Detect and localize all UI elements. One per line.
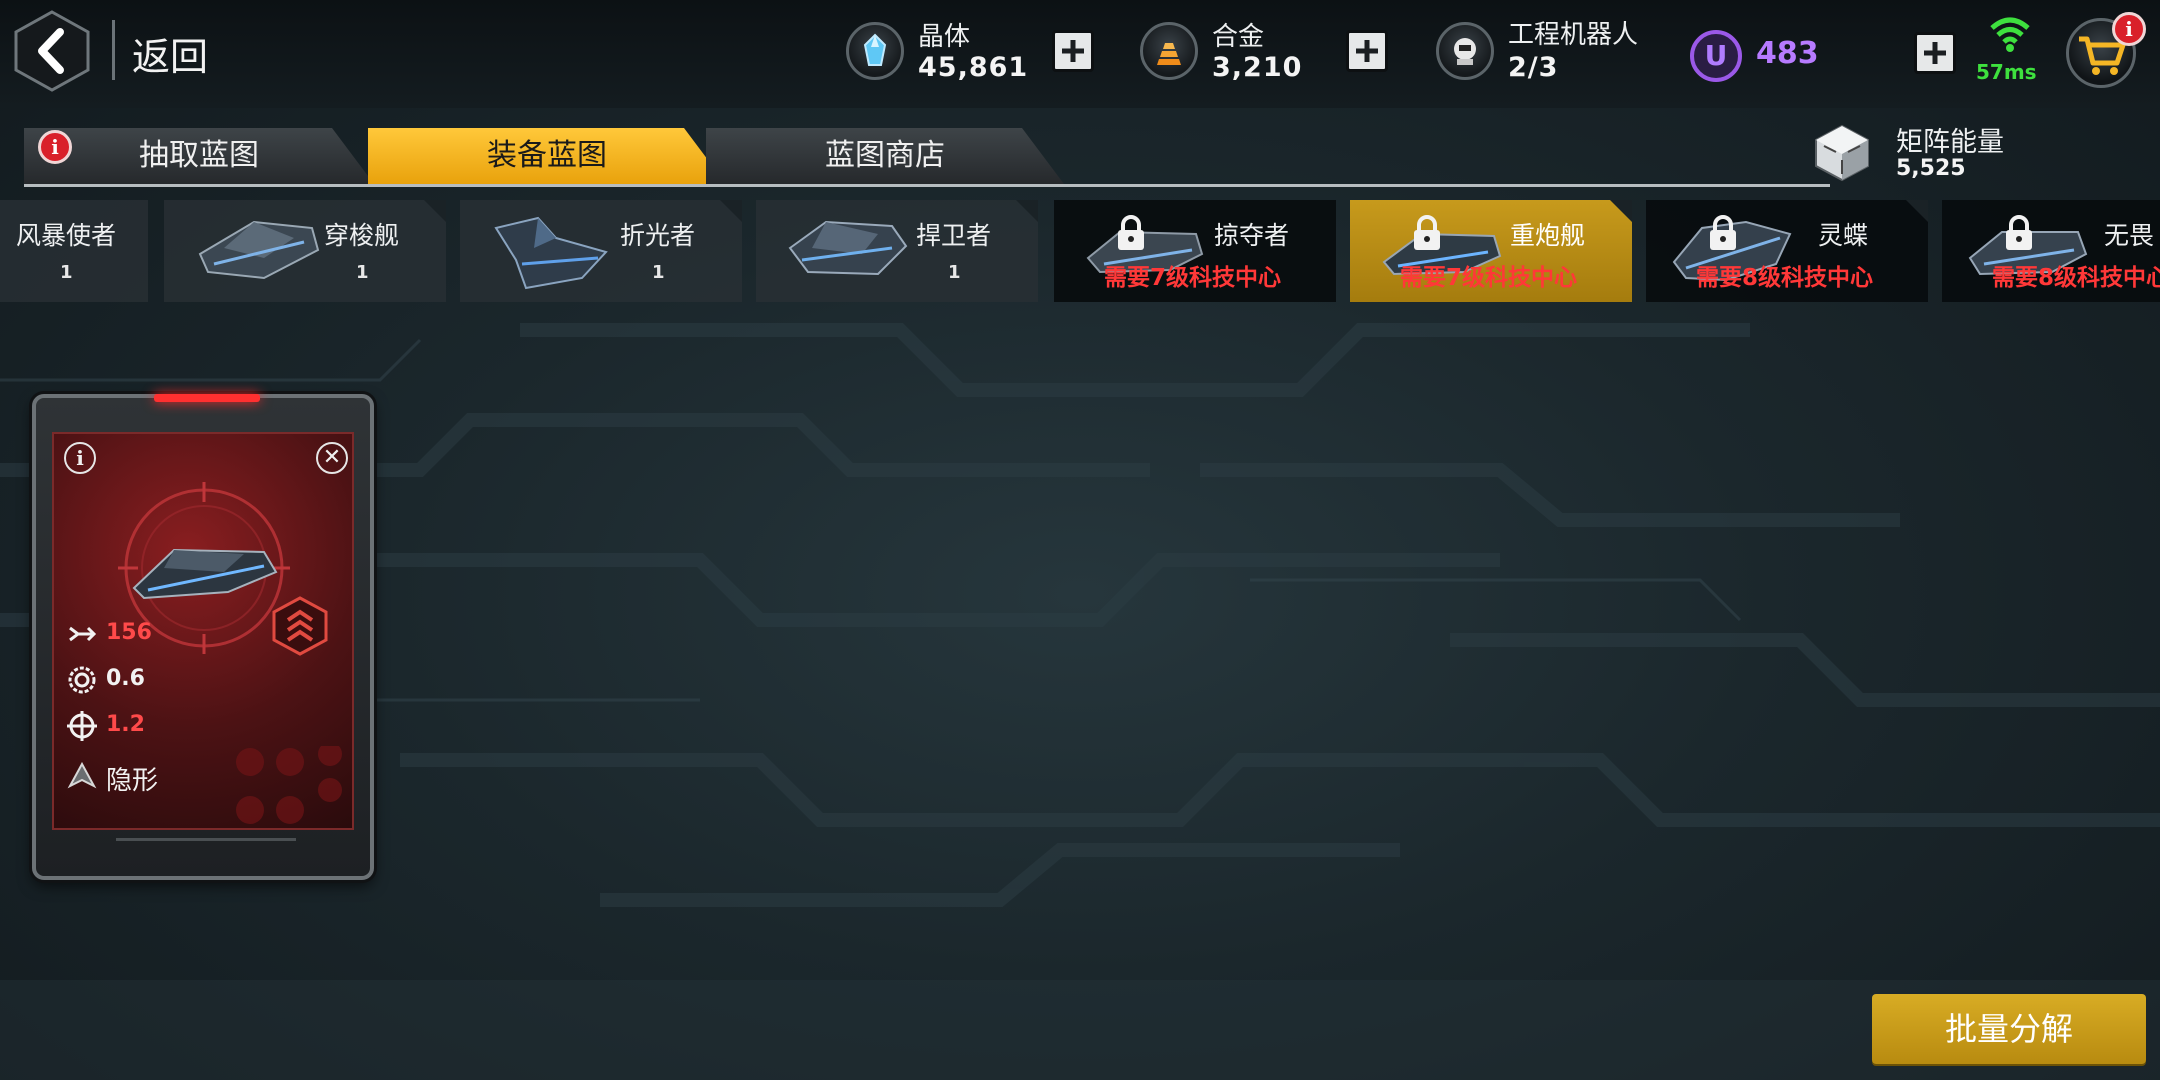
lock-icon xyxy=(1118,215,1144,250)
back-button[interactable] xyxy=(14,10,90,92)
card-inner-panel: i ✕ 156 0.6 1.2 隐形 xyxy=(52,432,354,830)
crosshair-icon xyxy=(67,711,97,741)
ping-value: 57ms xyxy=(1976,60,2037,84)
lock-icon xyxy=(1414,215,1440,250)
ship-corner-notch xyxy=(1906,200,1928,222)
matrix-energy-label: 矩阵能量 xyxy=(1896,127,2004,158)
ship-item-heavy-gunship[interactable]: 重炮舰 需要7级科技中心 xyxy=(1350,200,1632,302)
ship-lock-requirement: 需要7级科技中心 xyxy=(1104,265,1282,291)
ship-item-raider[interactable]: 掠夺者 需要7级科技中心 xyxy=(1054,200,1336,302)
ship-item-refractor[interactable]: 折光者 1 xyxy=(460,200,742,302)
stealth-icon xyxy=(67,761,97,789)
ship-icon xyxy=(132,548,278,600)
add-crystal-button[interactable] xyxy=(1052,30,1094,72)
top-bar: 返回 晶体 45,861 合金 3,210 工程机器人 2/3 U 483 57… xyxy=(0,0,2160,108)
stat-speed-value: 156 xyxy=(106,620,152,645)
ship-item-storm-envoy[interactable]: 风暴使者 1 xyxy=(0,200,148,302)
close-icon[interactable]: ✕ xyxy=(316,442,348,474)
ship-corner-notch xyxy=(720,200,742,222)
ship-count: 1 xyxy=(356,262,369,283)
tab-alert-badge: i xyxy=(38,130,72,164)
stat-stealth-label: 隐形 xyxy=(106,766,159,796)
info-icon[interactable]: i xyxy=(64,442,96,474)
ship-name: 折光者 xyxy=(620,221,696,250)
rank-chevron-icon xyxy=(272,596,328,656)
crystal-label: 晶体 xyxy=(918,22,971,52)
ship-corner-notch xyxy=(1610,200,1632,222)
robot-label: 工程机器人 xyxy=(1508,20,1639,50)
ship-name: 掠夺者 xyxy=(1214,221,1290,250)
tab-label: 抽取蓝图 xyxy=(139,138,259,173)
lock-icon xyxy=(2006,215,2032,250)
ship-lock-requirement: 需要8级科技中心 xyxy=(1992,265,2160,291)
ship-name: 捍卫者 xyxy=(916,221,992,250)
card-status-light xyxy=(154,394,260,402)
ship-item-dauntless[interactable]: 无畏 需要8级科技中心 xyxy=(1942,200,2160,302)
matrix-energy-value: 5,525 xyxy=(1896,156,1966,181)
ship-lock-requirement: 需要8级科技中心 xyxy=(1696,265,1874,291)
ship-icon xyxy=(788,220,908,276)
ship-icon xyxy=(198,220,320,280)
topbar-divider xyxy=(112,20,115,80)
tab-draw-blueprint[interactable]: 抽取蓝图 xyxy=(24,128,374,184)
gear-icon xyxy=(68,666,96,694)
tab-blueprint-shop[interactable]: 蓝图商店 xyxy=(706,128,1064,184)
ship-count: 1 xyxy=(652,262,665,283)
lock-icon xyxy=(1710,215,1736,250)
ship-corner-notch xyxy=(424,200,446,222)
card-footer-plate xyxy=(116,838,296,868)
blueprint-card[interactable]: i ✕ 156 0.6 1.2 隐形 xyxy=(32,394,374,880)
ship-name: 重炮舰 xyxy=(1510,221,1586,250)
ship-name: 穿梭舰 xyxy=(324,221,400,250)
alloy-label: 合金 xyxy=(1212,22,1265,52)
chevron-left-icon xyxy=(14,10,90,92)
batch-decompose-button[interactable]: 批量分解 xyxy=(1872,994,2146,1064)
speed-arrow-icon xyxy=(69,626,97,642)
tab-label: 装备蓝图 xyxy=(487,138,607,173)
alloy-value: 3,210 xyxy=(1212,52,1303,83)
add-premium-button[interactable] xyxy=(1914,32,1956,74)
add-alloy-button[interactable] xyxy=(1346,30,1388,72)
cart-alert-badge: i xyxy=(2112,12,2146,46)
ship-item-spirit-butterfly[interactable]: 灵蝶 需要8级科技中心 xyxy=(1646,200,1928,302)
back-label[interactable]: 返回 xyxy=(132,26,208,81)
ship-item-shuttle[interactable]: 穿梭舰 1 xyxy=(164,200,446,302)
robot-icon xyxy=(1436,22,1494,80)
hex-decor-pattern xyxy=(236,746,342,824)
ship-blueprint-row: 风暴使者 1 穿梭舰 1 折光者 1 捍卫者 1 掠夺者 需要7级科技中心 重炮… xyxy=(0,200,2160,302)
ship-count: 1 xyxy=(948,262,961,283)
ship-name: 无畏 xyxy=(2104,221,2155,250)
ship-item-defender[interactable]: 捍卫者 1 xyxy=(756,200,1038,302)
ship-corner-notch xyxy=(1016,200,1038,222)
premium-currency-value: 483 xyxy=(1756,36,1819,71)
ship-lock-requirement: 需要7级科技中心 xyxy=(1400,265,1578,291)
stat-rate-value: 0.6 xyxy=(106,666,145,691)
robot-value: 2/3 xyxy=(1508,52,1559,83)
stat-accuracy-value: 1.2 xyxy=(106,712,145,737)
wifi-icon xyxy=(1990,17,2030,52)
alloy-icon xyxy=(1140,22,1198,80)
matrix-energy-icon xyxy=(1815,124,1869,182)
tab-label: 蓝图商店 xyxy=(825,138,945,173)
bottom-bar xyxy=(0,980,2160,1080)
tab-divider xyxy=(24,184,1830,187)
ship-name: 灵蝶 xyxy=(1818,221,1869,250)
ship-count: 1 xyxy=(60,262,73,283)
premium-currency-icon: U xyxy=(1690,30,1742,82)
ship-icon xyxy=(494,216,608,290)
ship-name: 风暴使者 xyxy=(16,221,117,250)
crystal-icon xyxy=(846,22,904,80)
tab-equip-blueprint[interactable]: 装备蓝图 xyxy=(368,128,726,184)
crystal-value: 45,861 xyxy=(918,52,1029,83)
